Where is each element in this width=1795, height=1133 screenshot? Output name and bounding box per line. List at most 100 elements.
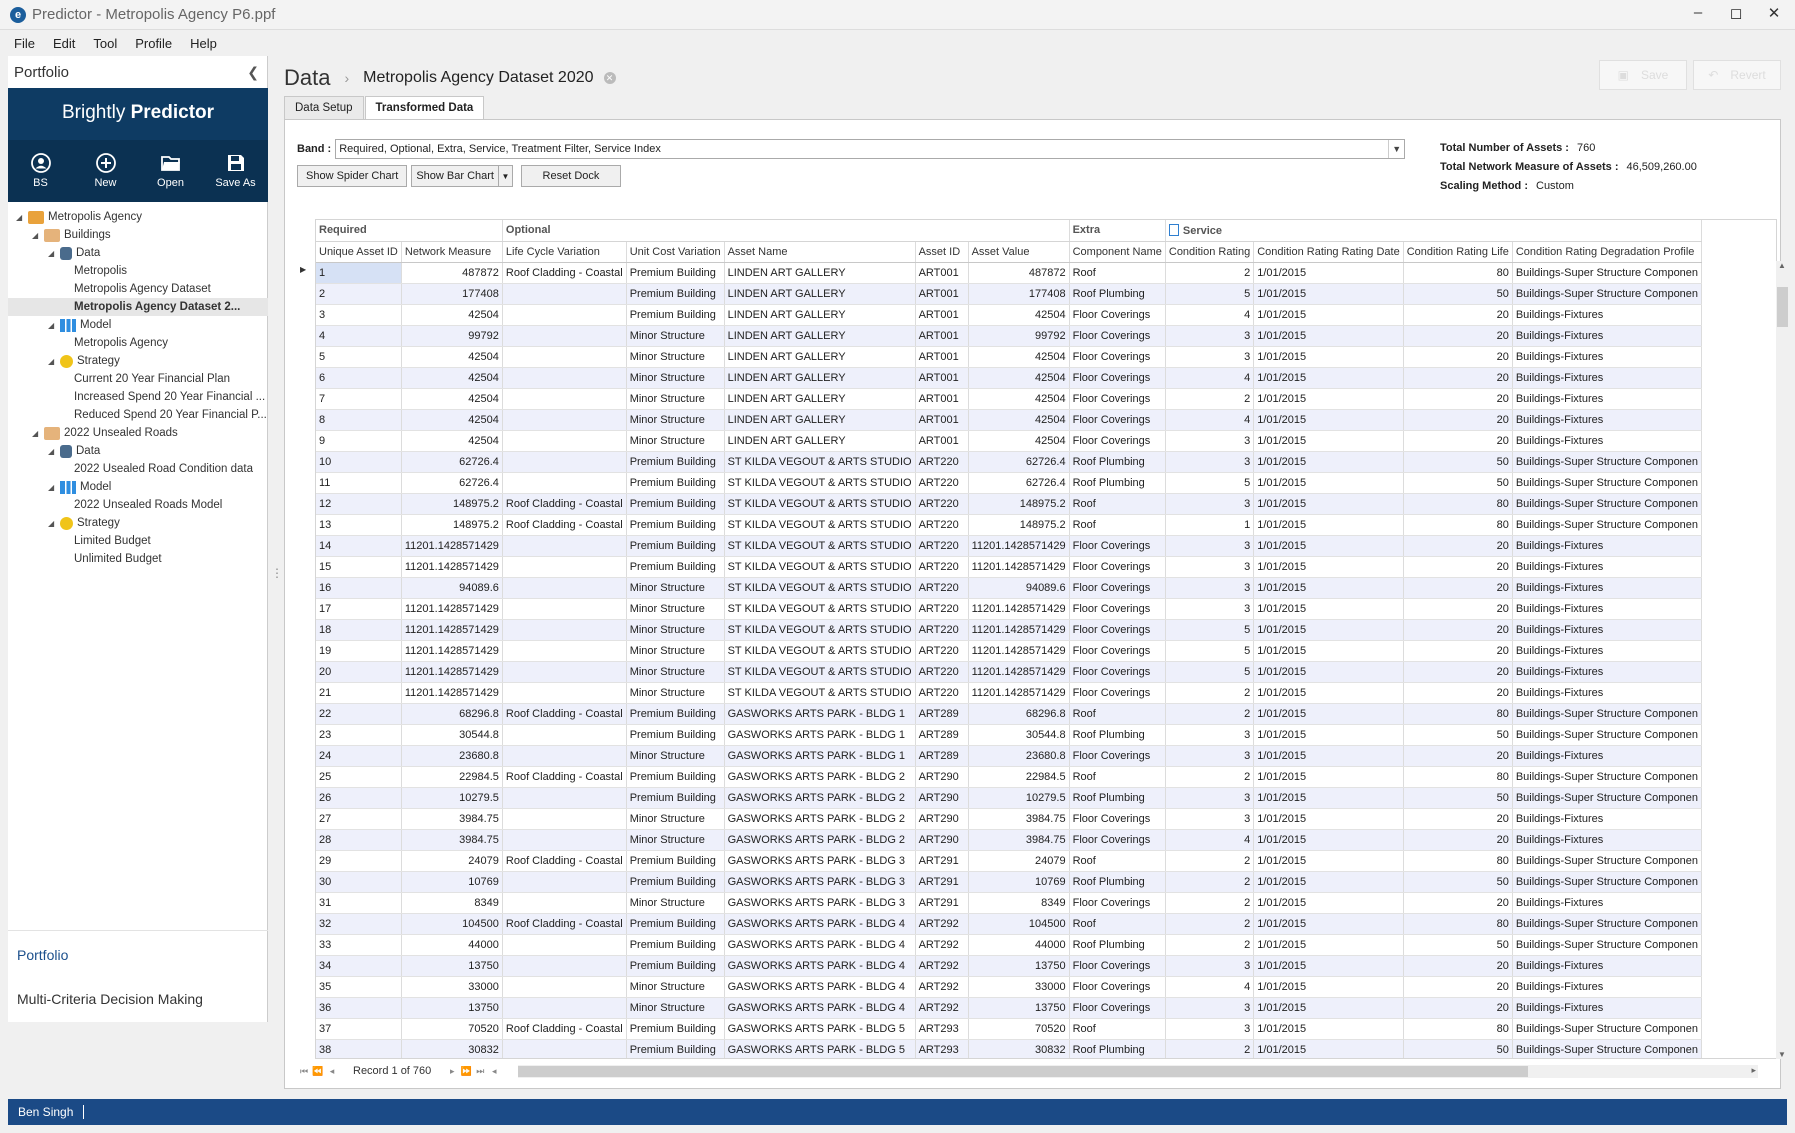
table-cell[interactable]: 148975.2 — [968, 493, 1070, 515]
table-cell[interactable] — [502, 829, 627, 851]
table-cell[interactable]: 3 — [1165, 598, 1255, 620]
tree-node[interactable]: Current 20 Year Financial Plan — [8, 370, 268, 388]
table-cell[interactable]: Floor Coverings — [1069, 346, 1166, 368]
table-cell[interactable]: Buildings-Super Structure Componen — [1512, 934, 1703, 956]
table-cell[interactable]: Premium Building — [626, 304, 725, 326]
table-cell[interactable]: 1/01/2015 — [1253, 598, 1404, 620]
table-cell[interactable]: 80 — [1403, 850, 1513, 872]
table-cell[interactable]: 3 — [1165, 325, 1255, 347]
table-cell[interactable]: 487872 — [401, 262, 503, 284]
table-cell[interactable] — [502, 724, 627, 746]
table-cell[interactable] — [502, 892, 627, 914]
table-cell[interactable]: 1/01/2015 — [1253, 892, 1404, 914]
table-cell[interactable]: 3 — [316, 304, 402, 326]
table-cell[interactable]: GASWORKS ARTS PARK - BLDG 1 — [724, 745, 916, 767]
table-cell[interactable]: ART292 — [915, 955, 969, 977]
table-cell[interactable]: 8 — [316, 409, 402, 431]
table-cell[interactable]: Minor Structure — [626, 976, 725, 998]
table-cell[interactable]: 2 — [1165, 913, 1255, 935]
table-cell[interactable]: Buildings-Super Structure Componen — [1512, 913, 1703, 935]
table-cell[interactable]: 1/01/2015 — [1253, 766, 1404, 788]
tree-expand-icon[interactable]: ◢ — [48, 357, 60, 366]
table-cell[interactable]: 94089.6 — [401, 577, 503, 599]
table-cell[interactable]: Buildings-Super Structure Componen — [1512, 283, 1703, 305]
table-cell[interactable]: 3 — [1165, 430, 1255, 452]
table-cell[interactable]: 20 — [1403, 976, 1513, 998]
table-cell[interactable]: Premium Building — [626, 934, 725, 956]
table-cell[interactable]: ART289 — [915, 745, 969, 767]
table-cell[interactable]: Floor Coverings — [1069, 430, 1166, 452]
table-cell[interactable]: 13750 — [968, 997, 1070, 1019]
table-cell[interactable]: Premium Building — [626, 1039, 725, 1058]
table-cell[interactable]: 26 — [316, 787, 402, 809]
table-cell[interactable]: ART293 — [915, 1018, 969, 1040]
table-cell[interactable]: 80 — [1403, 913, 1513, 935]
table-row[interactable]: 14 11201.1428571429 Premium Building ST KIL… — [316, 535, 1703, 557]
table-cell[interactable]: ART001 — [915, 367, 969, 389]
table-cell[interactable]: 42504 — [401, 367, 503, 389]
table-cell[interactable] — [502, 745, 627, 767]
table-cell[interactable]: 23 — [316, 724, 402, 746]
table-cell[interactable]: ART220 — [915, 640, 969, 662]
last-record-icon[interactable]: ⏭ — [473, 1066, 487, 1077]
table-cell[interactable]: Floor Coverings — [1069, 682, 1166, 704]
table-cell[interactable]: 80 — [1403, 1018, 1513, 1040]
table-cell[interactable]: 11201.1428571429 — [401, 598, 503, 620]
table-cell[interactable]: 20 — [1403, 829, 1513, 851]
table-cell[interactable]: 50 — [1403, 787, 1513, 809]
table-cell[interactable]: Buildings-Fixtures — [1512, 367, 1703, 389]
table-cell[interactable]: Buildings-Fixtures — [1512, 430, 1703, 452]
table-cell[interactable]: 10769 — [968, 871, 1070, 893]
table-cell[interactable]: 5 — [1165, 619, 1255, 641]
table-cell[interactable]: 30 — [316, 871, 402, 893]
table-cell[interactable]: Roof — [1069, 1018, 1166, 1040]
table-row[interactable]: 21 11201.1428571429 Minor Structure ST KILD… — [316, 682, 1703, 704]
column-header[interactable]: Condition Rating Rating Date — [1253, 241, 1404, 263]
table-cell[interactable]: 3 — [1165, 724, 1255, 746]
table-cell[interactable]: 3 — [1165, 493, 1255, 515]
table-cell[interactable]: 70520 — [401, 1018, 503, 1040]
table-cell[interactable]: 2 — [1165, 934, 1255, 956]
table-cell[interactable]: Floor Coverings — [1069, 535, 1166, 557]
table-cell[interactable]: Roof Cladding - Coastal — [502, 850, 627, 872]
table-cell[interactable]: 42504 — [968, 409, 1070, 431]
table-cell[interactable]: Minor Structure — [626, 430, 725, 452]
table-cell[interactable]: Premium Building — [626, 703, 725, 725]
table-cell[interactable]: 4 — [316, 325, 402, 347]
table-cell[interactable]: 80 — [1403, 493, 1513, 515]
table-cell[interactable]: ST KILDA VEGOUT & ARTS STUDIO — [724, 451, 916, 473]
table-cell[interactable]: ART292 — [915, 913, 969, 935]
column-header[interactable]: Asset ID — [915, 241, 969, 263]
table-cell[interactable]: Minor Structure — [626, 409, 725, 431]
table-cell[interactable]: 80 — [1403, 703, 1513, 725]
menu-file[interactable]: File — [14, 36, 35, 51]
table-cell[interactable] — [502, 598, 627, 620]
table-cell[interactable]: LINDEN ART GALLERY — [724, 325, 916, 347]
table-cell[interactable]: 11201.1428571429 — [968, 640, 1070, 662]
scroll-left-icon[interactable]: ◂ — [487, 1066, 501, 1077]
tree-node[interactable]: ◢ Metropolis Agency — [8, 208, 268, 226]
table-cell[interactable]: 1/01/2015 — [1253, 262, 1404, 284]
table-cell[interactable]: Premium Building — [626, 724, 725, 746]
table-row[interactable]: 22 68296.8 Roof Cladding - Coastal Premium … — [316, 703, 1703, 725]
table-cell[interactable]: 1/01/2015 — [1253, 556, 1404, 578]
tree-node[interactable]: Metropolis Agency Dataset 2... — [8, 298, 268, 316]
open-button[interactable]: Open — [142, 153, 200, 189]
table-cell[interactable]: 3984.75 — [968, 829, 1070, 851]
table-row[interactable]: 18 11201.1428571429 Minor Structure ST KILD… — [316, 619, 1703, 641]
table-cell[interactable]: 5 — [1165, 472, 1255, 494]
table-cell[interactable]: ART001 — [915, 283, 969, 305]
table-cell[interactable]: 31 — [316, 892, 402, 914]
table-cell[interactable]: Buildings-Fixtures — [1512, 388, 1703, 410]
table-row[interactable]: 12 148975.2 Roof Cladding - Coastal Premium… — [316, 493, 1703, 515]
table-cell[interactable]: 177408 — [401, 283, 503, 305]
table-cell[interactable]: 1/01/2015 — [1253, 1018, 1404, 1040]
table-cell[interactable]: 62726.4 — [968, 472, 1070, 494]
band-select[interactable]: Required, Optional, Extra, Service, Trea… — [335, 139, 1406, 159]
table-cell[interactable]: 3 — [1165, 997, 1255, 1019]
table-cell[interactable]: GASWORKS ARTS PARK - BLDG 2 — [724, 808, 916, 830]
table-cell[interactable]: GASWORKS ARTS PARK - BLDG 1 — [724, 724, 916, 746]
table-cell[interactable]: ST KILDA VEGOUT & ARTS STUDIO — [724, 556, 916, 578]
table-cell[interactable]: 20 — [1403, 556, 1513, 578]
table-cell[interactable]: ART293 — [915, 1039, 969, 1058]
